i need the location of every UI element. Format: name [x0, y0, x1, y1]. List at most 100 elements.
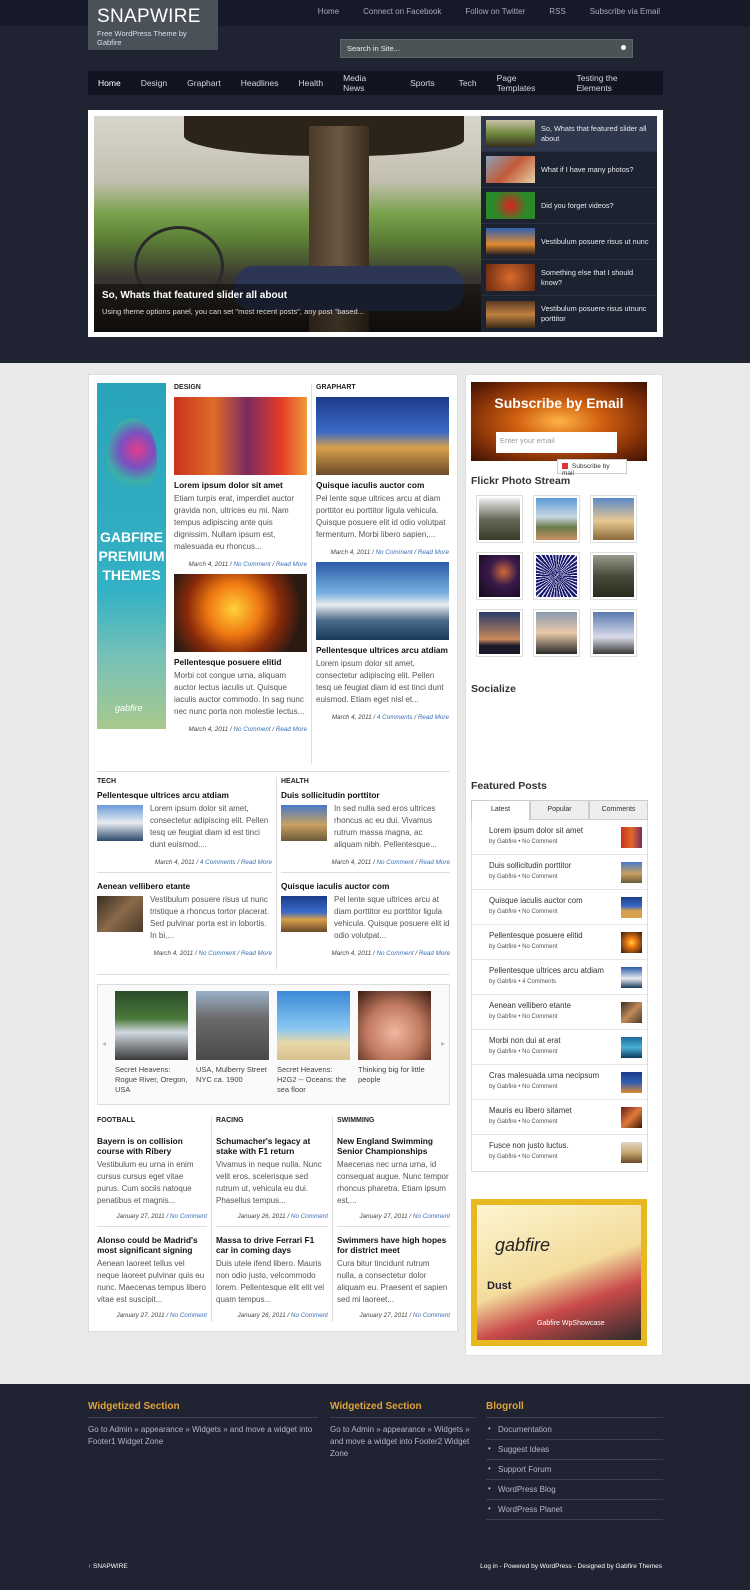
search-icon[interactable]: [621, 45, 626, 50]
toplink-home[interactable]: Home: [318, 7, 339, 16]
slider-item[interactable]: Did you forget videos?: [481, 188, 657, 224]
list-item[interactable]: Duis sollicitudin porttitor by Gabfire • …: [472, 855, 647, 890]
blogroll-link[interactable]: Suggest Ideas: [486, 1440, 663, 1460]
gabfire-showcase-ad[interactable]: gabfire Dust Gabfire WpShowcase: [471, 1199, 647, 1346]
post-title[interactable]: Pellentesque posuere elitid: [174, 657, 307, 667]
toplink-facebook[interactable]: Connect on Facebook: [363, 7, 441, 16]
subscribe-button[interactable]: Subscribe by mail: [557, 459, 627, 477]
tab-popular[interactable]: Popular: [530, 800, 589, 820]
post-thumbnail[interactable]: [97, 805, 143, 841]
flickr-photo[interactable]: [533, 495, 580, 543]
flickr-photo[interactable]: [590, 495, 637, 543]
nav-tech[interactable]: Tech: [449, 78, 487, 88]
blogroll-link[interactable]: Documentation: [486, 1420, 663, 1440]
post-title[interactable]: New England Swimming Senior Championship…: [337, 1136, 450, 1156]
section-label[interactable]: SWIMMING: [337, 1117, 450, 1124]
flickr-photo[interactable]: [476, 552, 523, 600]
flickr-photo[interactable]: [533, 552, 580, 600]
post-thumbnail[interactable]: [316, 397, 449, 475]
slider-caption-title[interactable]: So, Whats that featured slider all about: [102, 290, 473, 301]
slider-item[interactable]: Vestibulum posuere risus ut nunc: [481, 224, 657, 260]
list-item[interactable]: Aenean vellibero etante by Gabfire • No C…: [472, 995, 647, 1030]
slider-item[interactable]: What if I have many photos?: [481, 152, 657, 188]
section-label[interactable]: HEALTH: [281, 778, 450, 785]
post-title[interactable]: Schumacher's legacy at stake with F1 ret…: [216, 1136, 328, 1156]
carousel-item[interactable]: Thinking big for little people: [358, 991, 431, 1085]
post-thumbnail[interactable]: [97, 896, 143, 932]
post-title[interactable]: Pellentesque ultrices arcu atdiam: [97, 790, 272, 800]
post-title[interactable]: Swimmers have high hopes for district me…: [337, 1235, 450, 1255]
list-item[interactable]: Mauris eu libero sitamet by Gabfire • No …: [472, 1100, 647, 1135]
back-to-top-link[interactable]: ↑ SNAPWIRE: [88, 1563, 128, 1570]
graphart-section: GRAPHART Quisque iaculis auctor com Pel …: [316, 384, 449, 721]
flickr-photo[interactable]: [590, 609, 637, 657]
post-thumbnail[interactable]: [174, 574, 307, 652]
nav-page-templates[interactable]: Page Templates: [487, 73, 563, 93]
post-thumbnail[interactable]: [316, 562, 449, 640]
blogroll: Blogroll Documentation Suggest Ideas Sup…: [486, 1401, 663, 1520]
list-item[interactable]: Quisque iaculis auctor com by Gabfire • N…: [472, 890, 647, 925]
list-item[interactable]: Pellentesque posuere elitid by Gabfire • …: [472, 925, 647, 960]
section-label[interactable]: DESIGN: [174, 384, 307, 391]
section-label[interactable]: TECH: [97, 778, 272, 785]
flickr-photo[interactable]: [533, 609, 580, 657]
post-title[interactable]: Aenean vellibero etante: [97, 881, 272, 891]
list-item[interactable]: Cras malesuada urna necipsum by Gabfire •…: [472, 1065, 647, 1100]
slider-item[interactable]: So, Whats that featured slider all about: [481, 116, 657, 152]
list-item[interactable]: Lorem ipsum dolor sit amet by Gabfire • N…: [472, 820, 647, 855]
flickr-photo[interactable]: [476, 609, 523, 657]
chevron-right-icon[interactable]: ▸: [441, 1039, 445, 1048]
list-item[interactable]: Morbi non dui at erat by Gabfire • No Com…: [472, 1030, 647, 1065]
email-field[interactable]: Enter your email: [496, 432, 617, 453]
nav-design[interactable]: Design: [131, 78, 177, 88]
carousel-item[interactable]: Secret Heavens: Rogue River, Oregon, USA: [115, 991, 188, 1095]
nav-sports[interactable]: Sports: [396, 78, 449, 88]
post-title[interactable]: Alonso could be Madrid's most significan…: [97, 1235, 207, 1255]
nav-testing[interactable]: Testing the Elements: [563, 73, 664, 93]
tab-latest[interactable]: Latest: [471, 800, 530, 820]
post-excerpt: Vestibulum eu urna in enim cursus cursus…: [97, 1160, 194, 1205]
nav-media-news[interactable]: Media News: [333, 73, 396, 93]
search-placeholder: Search in Site...: [347, 44, 400, 53]
chevron-left-icon[interactable]: ◂: [102, 1039, 106, 1048]
slider-item[interactable]: Something else that I should know?: [481, 260, 657, 296]
nav-graphart[interactable]: Graphart: [177, 78, 231, 88]
post-thumbnail[interactable]: [281, 805, 327, 841]
section-label[interactable]: RACING: [216, 1117, 328, 1124]
flickr-photo[interactable]: [476, 495, 523, 543]
nav-home[interactable]: Home: [88, 78, 131, 88]
post-title[interactable]: Quisque iaculis auctor com: [281, 881, 450, 891]
flickr-photo[interactable]: [590, 552, 637, 600]
slider-item[interactable]: Vestibulum posuere risus utnunc porttito…: [481, 296, 657, 332]
post-thumbnail[interactable]: [174, 397, 307, 475]
toplink-subscribe[interactable]: Subscribe via Email: [590, 7, 660, 16]
section-label[interactable]: GRAPHART: [316, 384, 449, 391]
site-logo[interactable]: SNAPWIRE Free WordPress Theme by Gabfire: [88, 0, 218, 50]
carousel-item[interactable]: USA, Mulberry Street NYC ca. 1900: [196, 991, 269, 1085]
post-meta: March 4, 2011 / No Comment / Read More: [153, 950, 272, 957]
post-title[interactable]: Pellentesque ultrices arcu atdiam: [316, 645, 449, 655]
section-label[interactable]: FOOTBALL: [97, 1117, 207, 1124]
post-thumbnail[interactable]: [281, 896, 327, 932]
post-title[interactable]: Massa to drive Ferrari F1 car in coming …: [216, 1235, 328, 1255]
footer-credits[interactable]: Log in - Powered by WordPress - Designed…: [480, 1563, 662, 1570]
post-title[interactable]: Duis sollicitudin porttitor: [281, 790, 450, 800]
post-title[interactable]: Quisque iaculis auctor com: [316, 480, 449, 490]
blogroll-link[interactable]: WordPress Blog: [486, 1480, 663, 1500]
post-meta: March 4, 2011 / No Comment / Read More: [331, 950, 450, 957]
post-title[interactable]: Bayern is on collision course with Riber…: [97, 1136, 207, 1156]
list-item[interactable]: Pellentesque ultrices arcu atdiam by Gabf…: [472, 960, 647, 995]
search-input[interactable]: Search in Site...: [340, 39, 633, 58]
toplink-rss[interactable]: RSS: [549, 7, 565, 16]
toplink-twitter[interactable]: Follow on Twitter: [465, 7, 525, 16]
carousel-item[interactable]: Secret Heavens: H2G2 -- Oceans: the sea …: [277, 991, 350, 1095]
post-meta: January 26, 2011 / No Comment: [237, 1312, 328, 1319]
list-item[interactable]: Fusce non justo luctus. by Gabfire • No C…: [472, 1135, 647, 1170]
blogroll-link[interactable]: Support Forum: [486, 1460, 663, 1480]
nav-headlines[interactable]: Headlines: [231, 78, 289, 88]
gabfire-ad-banner[interactable]: GABFIRE PREMIUM THEMES gabfire: [97, 383, 166, 729]
post-title[interactable]: Lorem ipsum dolor sit amet: [174, 480, 307, 490]
tab-comments[interactable]: Comments: [589, 800, 648, 820]
nav-health[interactable]: Health: [289, 78, 334, 88]
blogroll-link[interactable]: WordPress Planet: [486, 1500, 663, 1520]
